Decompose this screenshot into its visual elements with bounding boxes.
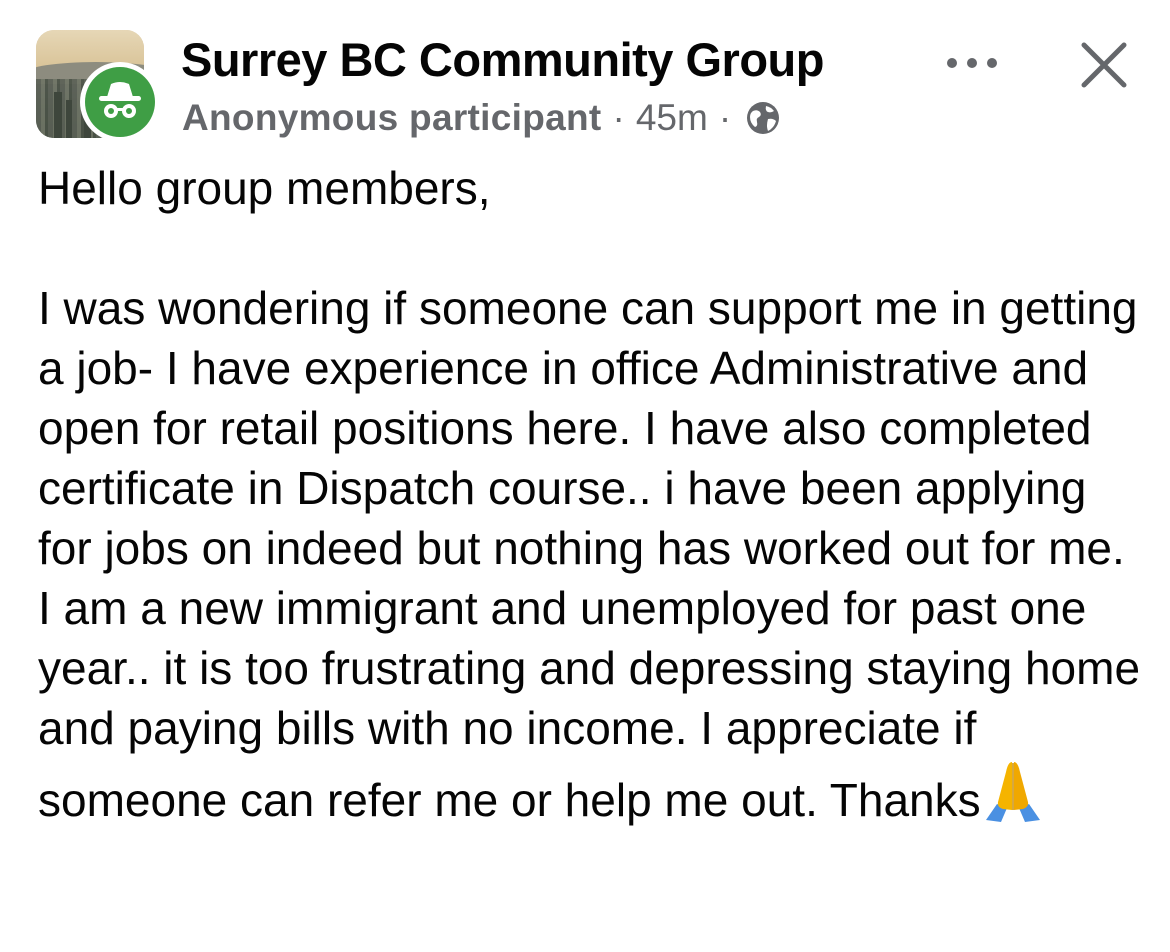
close-icon bbox=[1081, 42, 1127, 88]
more-horizontal-icon bbox=[947, 58, 997, 68]
post-header: Surrey BC Community Group Anonymous part… bbox=[0, 0, 1170, 150]
post-meta: Anonymous participant · 45m · bbox=[182, 96, 782, 140]
more-options-button[interactable] bbox=[938, 40, 1006, 86]
photo-tower bbox=[66, 100, 72, 138]
anonymous-avatar[interactable] bbox=[80, 62, 160, 142]
globe-icon[interactable] bbox=[744, 99, 782, 137]
group-name-link[interactable]: Surrey BC Community Group bbox=[181, 32, 824, 88]
author-name[interactable]: Anonymous participant bbox=[182, 97, 602, 139]
folded-hands-emoji bbox=[983, 758, 1043, 824]
close-button[interactable] bbox=[1073, 34, 1135, 96]
photo-tower bbox=[54, 92, 62, 138]
post-body: Hello group members, I was wondering if … bbox=[38, 158, 1148, 830]
meta-separator: · bbox=[718, 97, 732, 138]
anonymous-incognito-icon bbox=[85, 67, 155, 137]
post-greeting: Hello group members, bbox=[38, 162, 491, 214]
post-message: I was wondering if someone can support m… bbox=[38, 282, 1153, 826]
post-timestamp[interactable]: 45m bbox=[636, 97, 708, 139]
meta-separator: · bbox=[612, 97, 625, 138]
